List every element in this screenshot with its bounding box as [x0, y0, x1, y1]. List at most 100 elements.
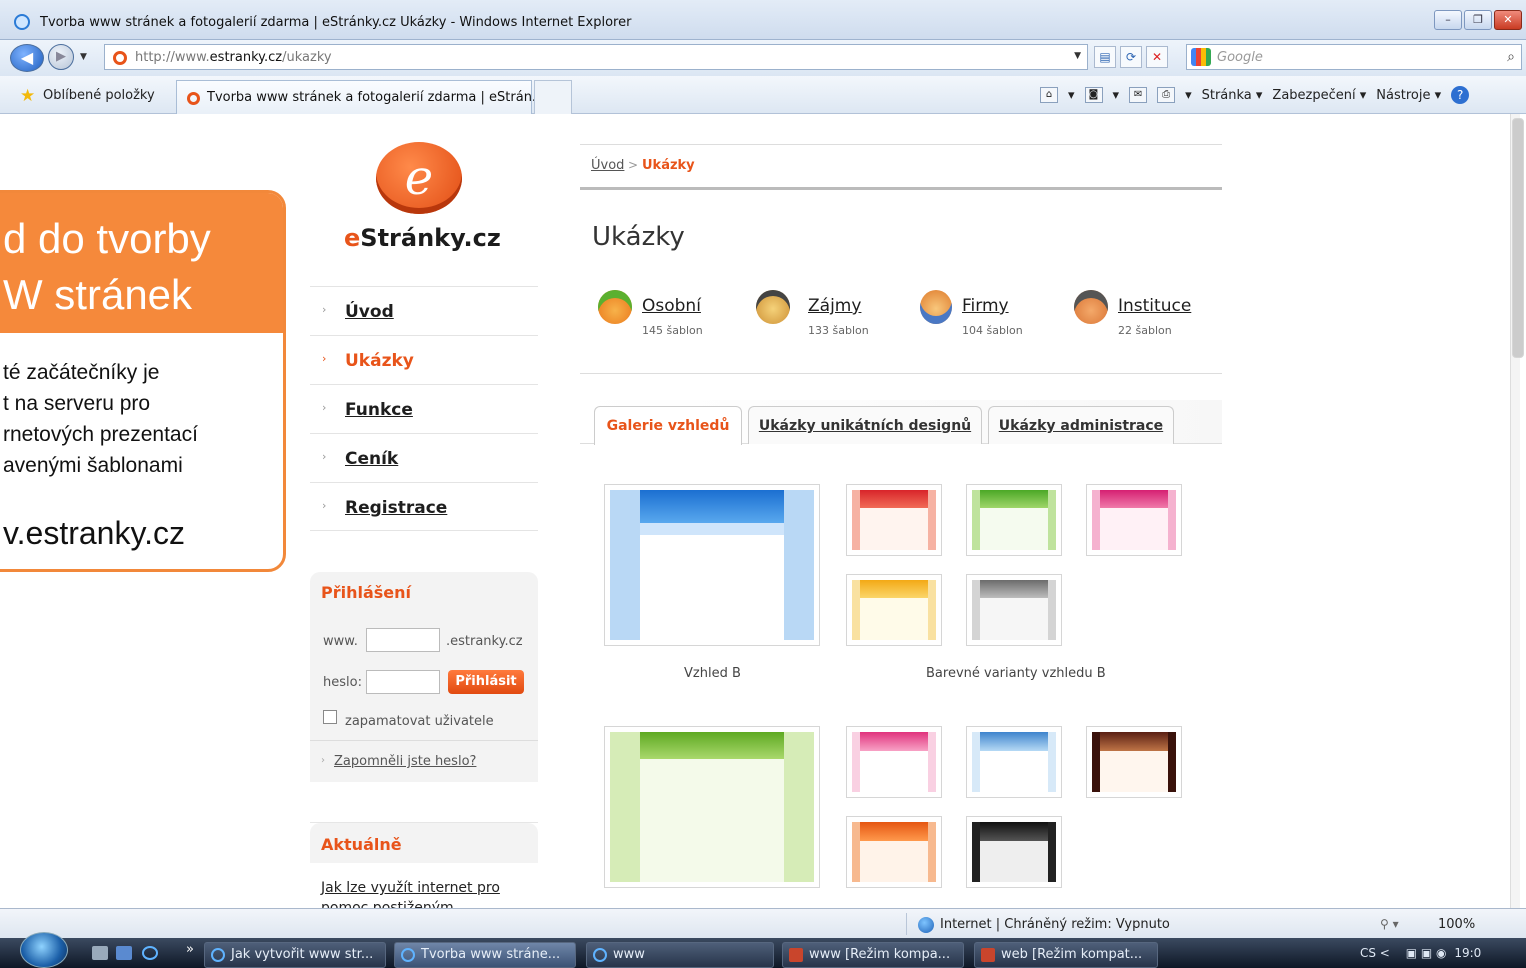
taskbar-item[interactable]: Jak vytvořit www str... — [204, 942, 386, 968]
tab-administrace[interactable]: Ukázky administrace — [988, 406, 1174, 444]
home-icon[interactable]: ⌂ — [1040, 87, 1058, 103]
url-dropdown-icon[interactable]: ▼ — [1074, 51, 1081, 61]
category-name[interactable]: Instituce — [1118, 296, 1191, 316]
site-logo[interactable]: e — [376, 142, 462, 214]
template-variant-sky[interactable] — [966, 726, 1062, 798]
scrollbar-thumb[interactable] — [1512, 118, 1524, 358]
nav-item-registrace[interactable]: › Registrace — [310, 482, 538, 531]
gallery-tabs: Galerie vzhledů Ukázky unikátních design… — [580, 400, 1222, 445]
nav-label[interactable]: Funkce — [345, 400, 413, 420]
template-variant-brown[interactable] — [1086, 726, 1182, 798]
category-name[interactable]: Firmy — [962, 296, 1009, 316]
remember-label[interactable]: zapamatovat uživatele — [345, 714, 494, 729]
forgot-password-link[interactable]: Zapomněli jste heslo? — [334, 754, 476, 769]
address-tools: ▤ ⟳ ✕ — [1094, 46, 1168, 68]
show-desktop-icon[interactable] — [92, 946, 108, 960]
security-menu[interactable]: Zabezpečení ▾ — [1272, 88, 1366, 103]
browser-tab[interactable]: Tvorba www stránek a fotogalerií zdarma … — [176, 80, 544, 114]
breadcrumb-ukazky: Ukázky — [642, 158, 695, 173]
print-icon[interactable]: ⎙ — [1157, 87, 1176, 103]
login-heading: Přihlášení — [321, 583, 412, 602]
language-indicator[interactable]: CS < — [1360, 946, 1390, 960]
taskbar-item-active[interactable]: Tvorba www stráne... — [394, 942, 576, 968]
mail-icon[interactable]: ✉ — [1129, 87, 1148, 103]
login-box: Přihlášení www. .estranky.cz heslo: Přih… — [310, 572, 538, 782]
template-variant-orange[interactable] — [846, 816, 942, 888]
compat-view-icon[interactable]: ▤ — [1094, 46, 1116, 68]
nav-bullet-icon: › — [322, 450, 327, 463]
overlay-title: d do tvorby W stránek — [3, 215, 211, 318]
quicklaunch-chevron-icon[interactable]: » — [186, 942, 194, 957]
remember-checkbox[interactable] — [323, 710, 337, 724]
firmy-face-icon — [920, 290, 952, 324]
category-name[interactable]: Zájmy — [808, 296, 861, 316]
zajmy-face-icon — [756, 290, 790, 324]
close-button[interactable]: ✕ — [1494, 10, 1522, 30]
favorites-label[interactable]: Oblíbené položky — [43, 88, 155, 103]
print-dropdown-icon[interactable]: ▾ — [1185, 88, 1192, 103]
taskbar-item[interactable]: www — [586, 942, 774, 968]
zone-status[interactable]: Internet | Chráněný režim: Vypnuto — [940, 917, 1170, 932]
help-icon[interactable]: ? — [1451, 86, 1470, 104]
vertical-scrollbar[interactable] — [1510, 114, 1524, 908]
template-variant-dark[interactable] — [966, 816, 1062, 888]
nav-bullet-icon: › — [322, 303, 327, 316]
refresh-icon[interactable]: ⟳ — [1120, 46, 1142, 68]
nav-label[interactable]: Ukázky — [345, 351, 414, 371]
template-variant-yellow[interactable] — [846, 574, 942, 646]
internet-zone-icon — [918, 917, 934, 933]
login-button[interactable]: Přihlásit — [448, 670, 524, 694]
tools-menu[interactable]: Nástroje ▾ — [1376, 88, 1441, 103]
minimize-button[interactable]: – — [1434, 10, 1462, 30]
ie-quicklaunch-icon[interactable] — [142, 946, 158, 960]
new-tab-button[interactable] — [534, 80, 572, 114]
protected-mode-icon[interactable]: ⚲ ▾ — [1380, 917, 1399, 931]
status-divider — [906, 913, 907, 935]
nav-item-cenik[interactable]: › Ceník — [310, 433, 538, 482]
page-menu[interactable]: Stránka ▾ — [1202, 88, 1263, 103]
favorites-star-icon[interactable]: ★ — [20, 86, 35, 106]
brand-name[interactable]: eStránky.cz — [344, 224, 501, 252]
stop-icon[interactable]: ✕ — [1146, 46, 1168, 68]
template-variant-flower[interactable] — [846, 726, 942, 798]
tab-unikatni-designy[interactable]: Ukázky unikátních designů — [748, 406, 982, 444]
caption-variants: Barevné varianty vzhledu B — [926, 666, 1106, 681]
switch-windows-icon[interactable] — [116, 946, 132, 960]
tab-galerie-vzhledu[interactable]: Galerie vzhledů — [594, 406, 742, 445]
feeds-icon[interactable]: ◙ — [1084, 87, 1103, 103]
taskbar-item[interactable]: www [Režim kompa... — [782, 942, 964, 968]
template-variant-green[interactable] — [966, 484, 1062, 556]
search-icon[interactable]: ⌕ — [1507, 49, 1515, 65]
template-thumbnail-main[interactable] — [604, 484, 820, 646]
forward-button[interactable]: ▶ — [48, 44, 74, 70]
template-variant-gray[interactable] — [966, 574, 1062, 646]
zoom-level[interactable]: 100% — [1438, 917, 1475, 932]
nav-item-uvod[interactable]: › Úvod — [310, 286, 538, 335]
forgot-bullet-icon: › — [321, 755, 325, 766]
feeds-dropdown-icon[interactable]: ▾ — [1113, 88, 1120, 103]
nav-label[interactable]: Úvod — [345, 302, 394, 322]
nav-item-funkce[interactable]: › Funkce — [310, 384, 538, 433]
nav-label[interactable]: Ceník — [345, 449, 398, 469]
template-variant-red[interactable] — [846, 484, 942, 556]
ie-icon — [401, 948, 415, 962]
history-dropdown-icon[interactable]: ▼ — [80, 52, 87, 62]
clock[interactable]: 19:0 — [1454, 946, 1481, 960]
breadcrumb-uvod[interactable]: Úvod — [591, 158, 624, 173]
url-field[interactable]: http://www.estranky.cz/ukazky ▼ — [104, 44, 1088, 70]
url-text[interactable]: http://www.estranky.cz/ukazky — [135, 50, 332, 65]
subdomain-input[interactable] — [366, 628, 440, 652]
maximize-button[interactable]: ❐ — [1464, 10, 1492, 30]
nav-label[interactable]: Registrace — [345, 498, 447, 518]
tray-icons[interactable]: ▣ ▣ ◉ — [1406, 946, 1447, 960]
category-name[interactable]: Osobní — [642, 296, 701, 316]
template-variant-pink[interactable] — [1086, 484, 1182, 556]
home-dropdown-icon[interactable]: ▾ — [1068, 88, 1075, 103]
search-input[interactable]: Google ⌕ — [1186, 44, 1522, 70]
back-button[interactable]: ◀ — [10, 44, 44, 72]
taskbar-item[interactable]: web [Režim kompat... — [974, 942, 1158, 968]
nav-item-ukazky[interactable]: › Ukázky — [310, 335, 538, 384]
template-thumbnail-nature[interactable] — [604, 726, 820, 888]
password-input[interactable] — [366, 670, 440, 694]
start-button[interactable] — [20, 932, 68, 968]
